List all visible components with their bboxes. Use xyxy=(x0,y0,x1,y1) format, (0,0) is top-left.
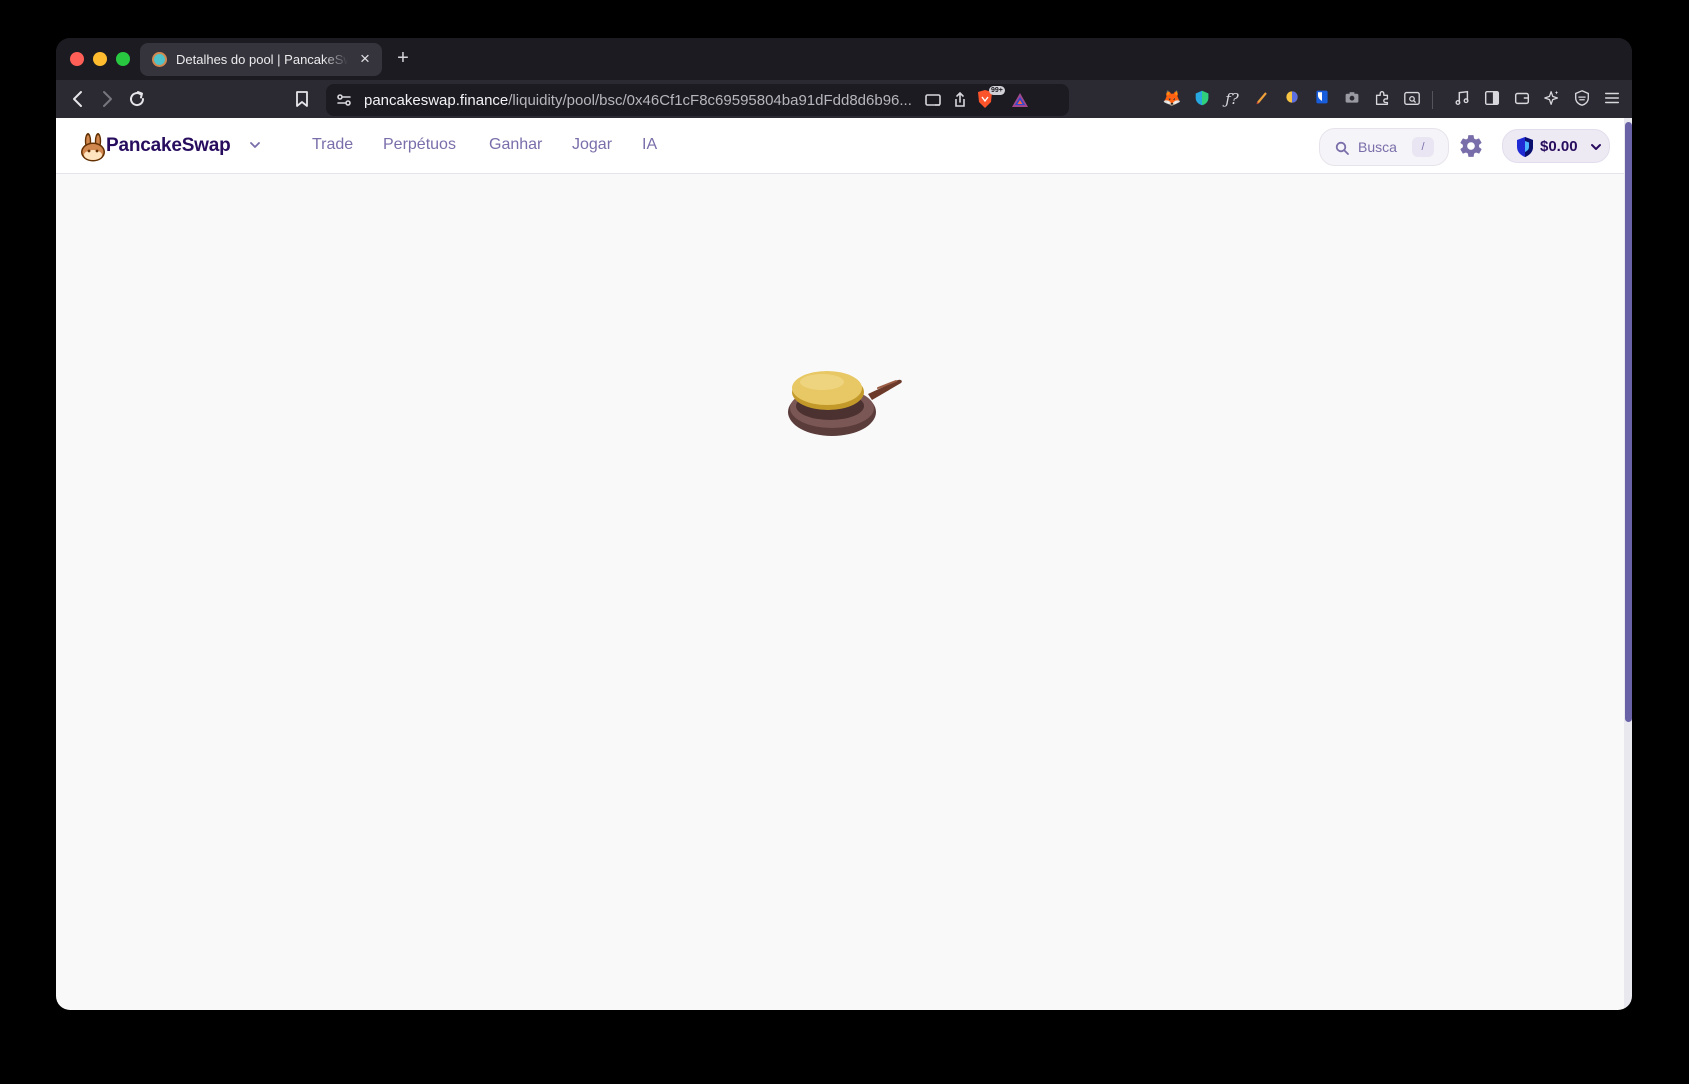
wallet-icon xyxy=(1514,92,1530,105)
browser-tab[interactable]: Detalhes do pool | PancakeSwap × xyxy=(140,43,382,76)
browser-toolbar: pancakeswap.finance/liquidity/pool/bsc/0… xyxy=(56,80,1632,118)
toolbar-divider xyxy=(1432,91,1433,109)
window-maximize-button[interactable] xyxy=(116,52,130,66)
nav-item-trade[interactable]: Trade xyxy=(312,136,353,154)
url-text[interactable]: pancakeswap.finance/liquidity/pool/bsc/0… xyxy=(364,92,912,109)
leo-ai-button[interactable] xyxy=(1542,89,1562,109)
search-shortcut-key: / xyxy=(1412,137,1434,157)
back-arrow-icon xyxy=(73,91,82,107)
pancake-pan-loading-icon xyxy=(788,371,902,436)
pen-icon xyxy=(1256,92,1267,105)
url-host: pancakeswap.finance xyxy=(364,92,509,109)
wallet-shield-icon xyxy=(1517,137,1533,157)
new-tab-button[interactable]: + xyxy=(392,47,414,69)
cast-icon[interactable] xyxy=(923,90,943,110)
pancakeswap-bunny-logo-icon[interactable] xyxy=(80,132,106,162)
scrollbar-thumb[interactable] xyxy=(1625,122,1632,722)
wallet-button[interactable] xyxy=(1512,89,1532,109)
share-icon[interactable] xyxy=(950,90,970,110)
sparkle-icon xyxy=(1544,90,1559,105)
reload-button[interactable] xyxy=(125,87,149,111)
music-note-icon xyxy=(1455,90,1469,105)
gear-icon[interactable] xyxy=(1458,133,1484,159)
forward-arrow-icon xyxy=(103,91,112,107)
nav-item-jogar[interactable]: Jogar xyxy=(572,136,612,154)
media-button[interactable] xyxy=(1452,89,1472,109)
half-moon-icon xyxy=(1286,91,1298,103)
window-close-button[interactable] xyxy=(70,52,84,66)
wallet-balance: $0.00 xyxy=(1540,138,1578,155)
sidebar-icon xyxy=(1484,90,1500,106)
brave-rewards-icon[interactable] xyxy=(1010,90,1030,110)
pancakeswap-navbar: PancakeSwap Trade Perpétuos Ganhar Jogar… xyxy=(56,118,1624,174)
url-path: /liquidity/pool/bsc/0x46Cf1cF8c69595804b… xyxy=(508,92,912,109)
shield-extension-icon[interactable] xyxy=(1192,89,1212,109)
vpn-shield-icon xyxy=(1575,90,1589,106)
camera-icon xyxy=(1345,92,1359,103)
bookmark-button[interactable] xyxy=(290,87,314,111)
window-minimize-button[interactable] xyxy=(93,52,107,66)
main-menu-button[interactable] xyxy=(1602,89,1622,109)
web-page: PancakeSwap Trade Perpétuos Ganhar Jogar… xyxy=(56,118,1624,1010)
chevron-down-icon[interactable] xyxy=(248,138,262,152)
camera-extension-icon[interactable] xyxy=(1342,89,1362,109)
back-button[interactable] xyxy=(66,87,90,111)
tab-title: Detalhes do pool | PancakeSwap xyxy=(176,52,348,67)
tab-search-button[interactable] xyxy=(1402,89,1422,109)
function-extension-icon[interactable]: ƒ? xyxy=(1222,89,1242,109)
bitwarden-shield-icon xyxy=(1316,90,1328,104)
hamburger-icon xyxy=(1604,92,1620,104)
wallet-balance-button[interactable]: $0.00 xyxy=(1502,129,1610,163)
metamask-extension-icon[interactable]: 🦊 xyxy=(1162,89,1182,109)
tab-strip: Detalhes do pool | PancakeSwap × + xyxy=(56,38,1632,80)
puzzle-icon xyxy=(1375,91,1389,105)
brand-name[interactable]: PancakeSwap xyxy=(106,135,231,157)
nav-item-ganhar[interactable]: Ganhar xyxy=(489,136,542,154)
pen-extension-icon[interactable] xyxy=(1252,89,1272,109)
address-bar[interactable]: pancakeswap.finance/liquidity/pool/bsc/0… xyxy=(326,84,1069,116)
chevron-down-icon xyxy=(1591,144,1601,150)
forward-button[interactable] xyxy=(95,87,119,111)
green-shield-icon xyxy=(1195,90,1209,106)
vpn-button[interactable] xyxy=(1572,89,1592,109)
shields-count-badge: 99+ xyxy=(989,86,1005,95)
pancakeswap-favicon-icon xyxy=(152,52,167,67)
bitwarden-extension-icon[interactable] xyxy=(1312,89,1332,109)
nav-item-perpetuos[interactable]: Perpétuos xyxy=(383,136,456,154)
search-icon xyxy=(1335,141,1349,155)
site-settings-icon[interactable] xyxy=(334,90,354,110)
reload-icon xyxy=(130,91,145,107)
search-placeholder: Busca xyxy=(1358,139,1397,155)
browser-window: Detalhes do pool | PancakeSwap × + panca… xyxy=(56,38,1632,1010)
extensions-menu-button[interactable] xyxy=(1372,89,1392,109)
sidebar-toggle-button[interactable] xyxy=(1482,89,1502,109)
moon-extension-icon[interactable] xyxy=(1282,89,1302,109)
search-box[interactable]: Busca / xyxy=(1319,128,1449,166)
bookmark-icon xyxy=(296,91,308,107)
tab-close-icon[interactable]: × xyxy=(356,50,374,68)
tab-search-icon xyxy=(1404,91,1420,105)
nav-item-ia[interactable]: IA xyxy=(642,136,657,154)
